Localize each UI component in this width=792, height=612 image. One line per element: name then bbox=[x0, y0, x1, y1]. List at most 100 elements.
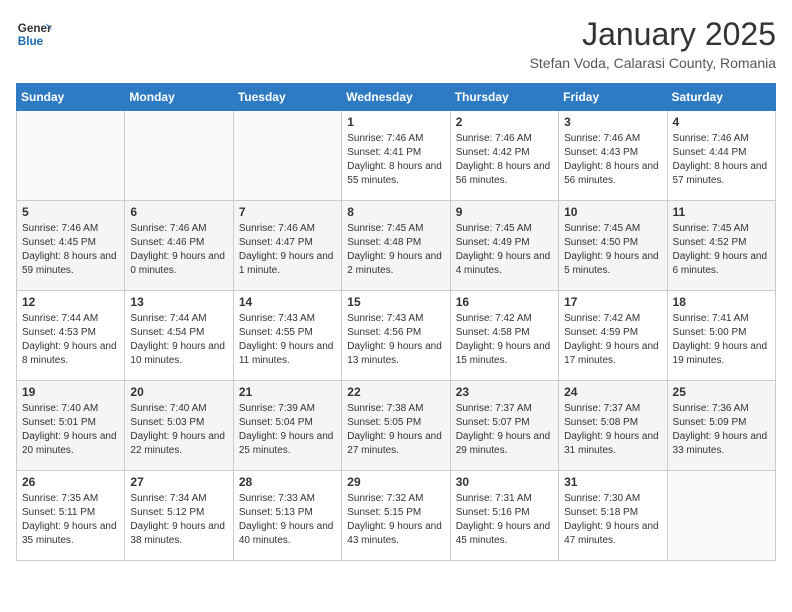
day-info: Sunrise: 7:30 AMSunset: 5:18 PMDaylight:… bbox=[564, 492, 661, 548]
day-info: Sunrise: 7:41 AMSunset: 5:00 PMDaylight:… bbox=[673, 312, 770, 368]
day-info: Sunrise: 7:46 AMSunset: 4:46 PMDaylight:… bbox=[130, 222, 227, 278]
calendar-subtitle: Stefan Voda, Calarasi County, Romania bbox=[530, 55, 776, 71]
day-info: Sunrise: 7:33 AMSunset: 5:13 PMDaylight:… bbox=[239, 492, 336, 548]
svg-text:General: General bbox=[18, 22, 52, 35]
day-number: 7 bbox=[239, 205, 336, 219]
day-number: 4 bbox=[673, 115, 770, 129]
calendar-cell: 19Sunrise: 7:40 AMSunset: 5:01 PMDayligh… bbox=[17, 381, 125, 471]
calendar-week-row: 19Sunrise: 7:40 AMSunset: 5:01 PMDayligh… bbox=[17, 381, 776, 471]
day-info: Sunrise: 7:35 AMSunset: 5:11 PMDaylight:… bbox=[22, 492, 119, 548]
calendar-cell: 6 Sunrise: 7:46 AMSunset: 4:46 PMDaylight… bbox=[125, 201, 233, 291]
svg-text:Blue: Blue bbox=[18, 35, 44, 48]
calendar-week-row: 26 Sunrise: 7:35 AMSunset: 5:11 PMDayligh… bbox=[17, 471, 776, 561]
calendar-header: SundayMondayTuesdayWednesdayThursdayFrid… bbox=[17, 84, 776, 111]
day-number: 9 bbox=[456, 205, 553, 219]
calendar-table: SundayMondayTuesdayWednesdayThursdayFrid… bbox=[16, 83, 776, 561]
weekday-header-thursday: Thursday bbox=[450, 84, 558, 111]
day-number: 26 bbox=[22, 475, 119, 489]
day-number: 22 bbox=[347, 385, 444, 399]
calendar-cell: 15 Sunrise: 7:43 AMSunset: 4:56 PMDayligh… bbox=[342, 291, 450, 381]
day-number: 21 bbox=[239, 385, 336, 399]
day-info: Sunrise: 7:38 AMSunset: 5:05 PMDaylight:… bbox=[347, 402, 444, 458]
day-info: Sunrise: 7:40 AMSunset: 5:03 PMDaylight:… bbox=[130, 402, 227, 458]
calendar-cell: 9 Sunrise: 7:45 AMSunset: 4:49 PMDaylight… bbox=[450, 201, 558, 291]
page-header: General Blue General Blue January 2025 S… bbox=[16, 16, 776, 71]
weekday-header-tuesday: Tuesday bbox=[233, 84, 341, 111]
day-info: Sunrise: 7:45 AMSunset: 4:49 PMDaylight:… bbox=[456, 222, 553, 278]
day-number: 16 bbox=[456, 295, 553, 309]
day-info: Sunrise: 7:36 AMSunset: 5:09 PMDaylight:… bbox=[673, 402, 770, 458]
calendar-cell: 2 Sunrise: 7:46 AMSunset: 4:42 PMDaylight… bbox=[450, 111, 558, 201]
day-info: Sunrise: 7:44 AMSunset: 4:54 PMDaylight:… bbox=[130, 312, 227, 368]
calendar-cell: 16 Sunrise: 7:42 AMSunset: 4:58 PMDayligh… bbox=[450, 291, 558, 381]
day-info: Sunrise: 7:37 AMSunset: 5:07 PMDaylight:… bbox=[456, 402, 553, 458]
calendar-cell: 10Sunrise: 7:45 AMSunset: 4:50 PMDayligh… bbox=[559, 201, 667, 291]
calendar-cell: 23 Sunrise: 7:37 AMSunset: 5:07 PMDayligh… bbox=[450, 381, 558, 471]
day-info: Sunrise: 7:46 AMSunset: 4:43 PMDaylight:… bbox=[564, 132, 661, 188]
day-info: Sunrise: 7:45 AMSunset: 4:50 PMDaylight:… bbox=[564, 222, 661, 278]
day-number: 14 bbox=[239, 295, 336, 309]
calendar-cell bbox=[233, 111, 341, 201]
day-info: Sunrise: 7:46 AMSunset: 4:41 PMDaylight:… bbox=[347, 132, 444, 188]
day-number: 13 bbox=[130, 295, 227, 309]
calendar-cell: 1Sunrise: 7:46 AMSunset: 4:41 PMDaylight… bbox=[342, 111, 450, 201]
day-number: 17 bbox=[564, 295, 661, 309]
day-info: Sunrise: 7:37 AMSunset: 5:08 PMDaylight:… bbox=[564, 402, 661, 458]
calendar-cell: 7 Sunrise: 7:46 AMSunset: 4:47 PMDaylight… bbox=[233, 201, 341, 291]
day-number: 5 bbox=[22, 205, 119, 219]
day-info: Sunrise: 7:39 AMSunset: 5:04 PMDaylight:… bbox=[239, 402, 336, 458]
weekday-header-friday: Friday bbox=[559, 84, 667, 111]
day-number: 11 bbox=[673, 205, 770, 219]
day-number: 30 bbox=[456, 475, 553, 489]
day-number: 23 bbox=[456, 385, 553, 399]
calendar-cell: 12Sunrise: 7:44 AMSunset: 4:53 PMDayligh… bbox=[17, 291, 125, 381]
calendar-cell bbox=[667, 471, 775, 561]
day-info: Sunrise: 7:42 AMSunset: 4:58 PMDaylight:… bbox=[456, 312, 553, 368]
calendar-cell: 11 Sunrise: 7:45 AMSunset: 4:52 PMDayligh… bbox=[667, 201, 775, 291]
day-number: 18 bbox=[673, 295, 770, 309]
calendar-cell: 24 Sunrise: 7:37 AMSunset: 5:08 PMDayligh… bbox=[559, 381, 667, 471]
calendar-cell: 28Sunrise: 7:33 AMSunset: 5:13 PMDayligh… bbox=[233, 471, 341, 561]
day-number: 24 bbox=[564, 385, 661, 399]
day-info: Sunrise: 7:45 AMSunset: 4:52 PMDaylight:… bbox=[673, 222, 770, 278]
calendar-cell: 29Sunrise: 7:32 AMSunset: 5:15 PMDayligh… bbox=[342, 471, 450, 561]
day-info: Sunrise: 7:43 AMSunset: 4:55 PMDaylight:… bbox=[239, 312, 336, 368]
calendar-cell: 30 Sunrise: 7:31 AMSunset: 5:16 PMDayligh… bbox=[450, 471, 558, 561]
day-info: Sunrise: 7:43 AMSunset: 4:56 PMDaylight:… bbox=[347, 312, 444, 368]
day-info: Sunrise: 7:46 AMSunset: 4:47 PMDaylight:… bbox=[239, 222, 336, 278]
day-number: 27 bbox=[130, 475, 227, 489]
logo-icon: General Blue bbox=[16, 16, 52, 52]
calendar-cell: 20 Sunrise: 7:40 AMSunset: 5:03 PMDayligh… bbox=[125, 381, 233, 471]
calendar-cell: 26 Sunrise: 7:35 AMSunset: 5:11 PMDayligh… bbox=[17, 471, 125, 561]
calendar-cell: 13 Sunrise: 7:44 AMSunset: 4:54 PMDayligh… bbox=[125, 291, 233, 381]
day-number: 20 bbox=[130, 385, 227, 399]
calendar-cell: 4 Sunrise: 7:46 AMSunset: 4:44 PMDaylight… bbox=[667, 111, 775, 201]
title-block: January 2025 Stefan Voda, Calarasi Count… bbox=[530, 16, 776, 71]
day-info: Sunrise: 7:32 AMSunset: 5:15 PMDaylight:… bbox=[347, 492, 444, 548]
day-number: 12 bbox=[22, 295, 119, 309]
weekday-header-wednesday: Wednesday bbox=[342, 84, 450, 111]
day-info: Sunrise: 7:42 AMSunset: 4:59 PMDaylight:… bbox=[564, 312, 661, 368]
calendar-week-row: 5Sunrise: 7:46 AMSunset: 4:45 PMDaylight… bbox=[17, 201, 776, 291]
day-info: Sunrise: 7:46 AMSunset: 4:44 PMDaylight:… bbox=[673, 132, 770, 188]
calendar-cell: 22 Sunrise: 7:38 AMSunset: 5:05 PMDayligh… bbox=[342, 381, 450, 471]
calendar-cell: 21 Sunrise: 7:39 AMSunset: 5:04 PMDayligh… bbox=[233, 381, 341, 471]
weekday-header-sunday: Sunday bbox=[17, 84, 125, 111]
calendar-cell: 27 Sunrise: 7:34 AMSunset: 5:12 PMDayligh… bbox=[125, 471, 233, 561]
calendar-cell: 17 Sunrise: 7:42 AMSunset: 4:59 PMDayligh… bbox=[559, 291, 667, 381]
day-number: 2 bbox=[456, 115, 553, 129]
calendar-week-row: 1Sunrise: 7:46 AMSunset: 4:41 PMDaylight… bbox=[17, 111, 776, 201]
weekday-header-monday: Monday bbox=[125, 84, 233, 111]
day-number: 6 bbox=[130, 205, 227, 219]
calendar-cell: 18 Sunrise: 7:41 AMSunset: 5:00 PMDayligh… bbox=[667, 291, 775, 381]
day-number: 15 bbox=[347, 295, 444, 309]
calendar-cell: 3 Sunrise: 7:46 AMSunset: 4:43 PMDaylight… bbox=[559, 111, 667, 201]
day-info: Sunrise: 7:31 AMSunset: 5:16 PMDaylight:… bbox=[456, 492, 553, 548]
calendar-cell bbox=[125, 111, 233, 201]
calendar-cell: 5Sunrise: 7:46 AMSunset: 4:45 PMDaylight… bbox=[17, 201, 125, 291]
day-info: Sunrise: 7:46 AMSunset: 4:42 PMDaylight:… bbox=[456, 132, 553, 188]
calendar-cell: 8Sunrise: 7:45 AMSunset: 4:48 PMDaylight… bbox=[342, 201, 450, 291]
day-number: 3 bbox=[564, 115, 661, 129]
day-number: 31 bbox=[564, 475, 661, 489]
day-info: Sunrise: 7:34 AMSunset: 5:12 PMDaylight:… bbox=[130, 492, 227, 548]
